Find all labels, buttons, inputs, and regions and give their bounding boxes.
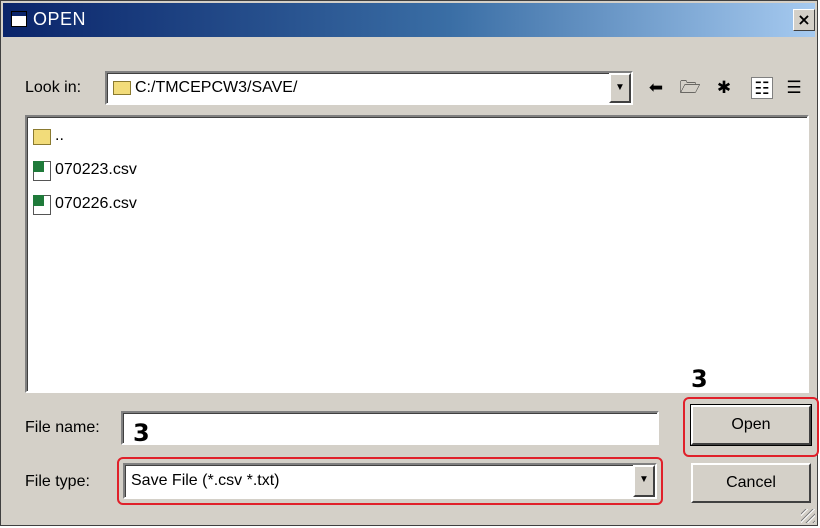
filetype-label: File type: bbox=[25, 473, 90, 490]
cancel-button[interactable]: Cancel bbox=[691, 463, 811, 503]
step-number-filename: 3 bbox=[133, 419, 150, 447]
filename-input[interactable] bbox=[121, 411, 659, 445]
highlight-filetype bbox=[117, 457, 663, 505]
up-folder-icon[interactable]: 🗁 bbox=[679, 77, 701, 99]
highlight-open-button bbox=[683, 397, 819, 457]
list-item-label: .. bbox=[55, 127, 64, 144]
lookin-path: C:/TMCEPCW3/SAVE/ bbox=[135, 79, 298, 96]
lookin-dropdown-button[interactable]: ▼ bbox=[609, 73, 631, 103]
title-bar[interactable]: OPEN × bbox=[3, 3, 815, 37]
close-icon: × bbox=[797, 10, 811, 29]
details-view-icon[interactable]: ☰ bbox=[783, 77, 805, 99]
back-icon[interactable]: ⬅ bbox=[645, 77, 667, 99]
close-button[interactable]: × bbox=[793, 9, 815, 31]
window-title: OPEN bbox=[33, 9, 87, 29]
chevron-down-icon: ▼ bbox=[615, 82, 625, 93]
window-icon bbox=[11, 11, 27, 27]
step-number-open: 3 bbox=[691, 365, 708, 393]
new-folder-icon[interactable]: ✱ bbox=[713, 77, 735, 99]
list-item-label: 070226.csv bbox=[55, 195, 137, 212]
list-item-label: 070223.csv bbox=[55, 161, 137, 178]
resize-grip[interactable] bbox=[801, 509, 815, 523]
lookin-label: Look in: bbox=[25, 79, 82, 96]
csv-file-icon bbox=[33, 195, 51, 215]
folder-icon bbox=[33, 129, 51, 145]
filename-label: File name: bbox=[25, 419, 100, 436]
file-list[interactable]: .. 070223.csv 070226.csv bbox=[25, 115, 809, 393]
folder-icon bbox=[113, 81, 131, 95]
lookin-dropdown[interactable]: C:/TMCEPCW3/SAVE/ ▼ bbox=[105, 71, 633, 105]
open-dialog: OPEN × Look in: C:/TMCEPCW3/SAVE/ ▼ ⬅ 🗁 … bbox=[0, 0, 819, 526]
csv-file-icon bbox=[33, 161, 51, 181]
list-view-icon[interactable]: ☷ bbox=[751, 77, 773, 99]
